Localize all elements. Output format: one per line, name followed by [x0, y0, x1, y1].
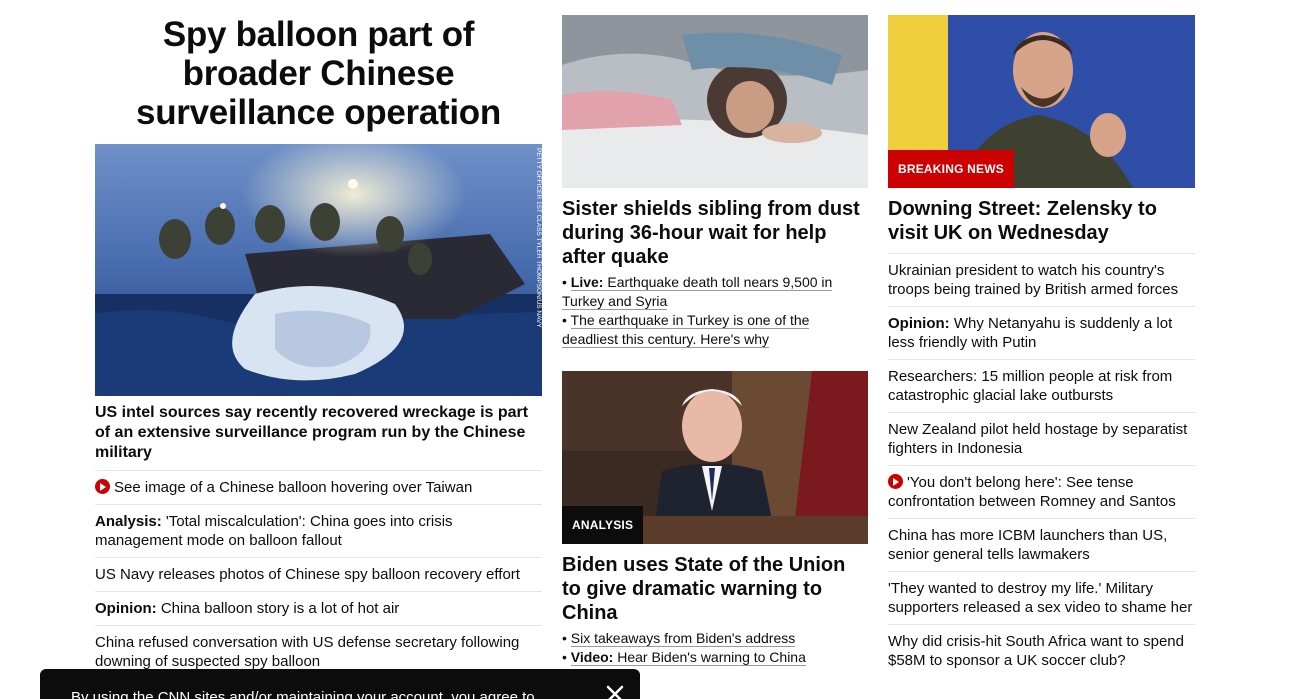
- cookie-banner-text: By using the CNN sites and/or maintainin…: [71, 689, 535, 699]
- zelensky-related-links: Ukrainian president to watch his country…: [888, 253, 1195, 677]
- list-item: • Six takeaways from Biden's address: [562, 630, 796, 647]
- list-item[interactable]: China has more ICBM launchers than US, s…: [888, 518, 1195, 571]
- list-item[interactable]: Opinion: China balloon story is a lot of…: [95, 591, 542, 625]
- lead-related-links: See image of a Chinese balloon hovering …: [95, 470, 542, 678]
- quake-image[interactable]: [562, 15, 868, 188]
- middle-column: Sister shields sibling from dust during …: [562, 15, 868, 667]
- play-icon: [95, 479, 110, 494]
- list-item[interactable]: See image of a Chinese balloon hovering …: [95, 470, 542, 504]
- list-item[interactable]: Researchers: 15 million people at risk f…: [888, 359, 1195, 412]
- list-item[interactable]: US Navy releases photos of Chinese spy b…: [95, 557, 542, 591]
- analysis-badge: ANALYSIS: [562, 506, 644, 544]
- quake-children-photo: [562, 15, 868, 188]
- cookie-banner: By using the CNN sites and/or maintainin…: [40, 669, 640, 699]
- photo-credit: PETTY OFFICER 1ST CLASS TYLER THOMPSON/U…: [535, 148, 542, 328]
- list-item: • The earthquake in Turkey is one of the…: [562, 312, 810, 348]
- breaking-news-badge: BREAKING NEWS: [888, 150, 1014, 188]
- list-item[interactable]: New Zealand pilot held hostage by separa…: [888, 412, 1195, 465]
- list-item[interactable]: Ukrainian president to watch his country…: [888, 253, 1195, 306]
- close-icon[interactable]: [604, 683, 626, 699]
- list-item[interactable]: 'They wanted to destroy my life.' Milita…: [888, 571, 1195, 624]
- quake-bullets: • Live: Earthquake death toll nears 9,50…: [562, 273, 868, 349]
- lead-column: Spy balloon part of broader Chinese surv…: [95, 15, 542, 678]
- play-icon: [888, 474, 903, 489]
- list-item: • Live: Earthquake death toll nears 9,50…: [562, 274, 833, 310]
- list-item[interactable]: Analysis: 'Total miscalculation': China …: [95, 504, 542, 557]
- navy-recovery-photo: PETTY OFFICER 1ST CLASS TYLER THOMPSON/U…: [95, 144, 542, 396]
- biden-headline[interactable]: Biden uses State of the Union to give dr…: [562, 553, 868, 625]
- list-item[interactable]: Opinion: Why Netanyahu is suddenly a lot…: [888, 306, 1195, 359]
- biden-image[interactable]: ANALYSIS: [562, 371, 868, 544]
- list-item: • Video: Hear Biden's warning to China: [562, 649, 806, 666]
- zelensky-headline[interactable]: Downing Street: Zelensky to visit UK on …: [888, 197, 1195, 253]
- quake-headline[interactable]: Sister shields sibling from dust during …: [562, 197, 868, 269]
- zelensky-image[interactable]: BREAKING NEWS: [888, 15, 1195, 188]
- biden-bullets: • Six takeaways from Biden's address • V…: [562, 629, 868, 667]
- right-column: BREAKING NEWS Downing Street: Zelensky t…: [888, 15, 1195, 677]
- list-item[interactable]: Why did crisis-hit South Africa want to …: [888, 624, 1195, 677]
- list-item[interactable]: 'You don't belong here': See tense confr…: [888, 465, 1195, 518]
- lead-image[interactable]: PETTY OFFICER 1ST CLASS TYLER THOMPSON/U…: [95, 144, 542, 396]
- lead-sub-headline[interactable]: US intel sources say recently recovered …: [95, 403, 542, 470]
- lead-headline[interactable]: Spy balloon part of broader Chinese surv…: [95, 15, 542, 132]
